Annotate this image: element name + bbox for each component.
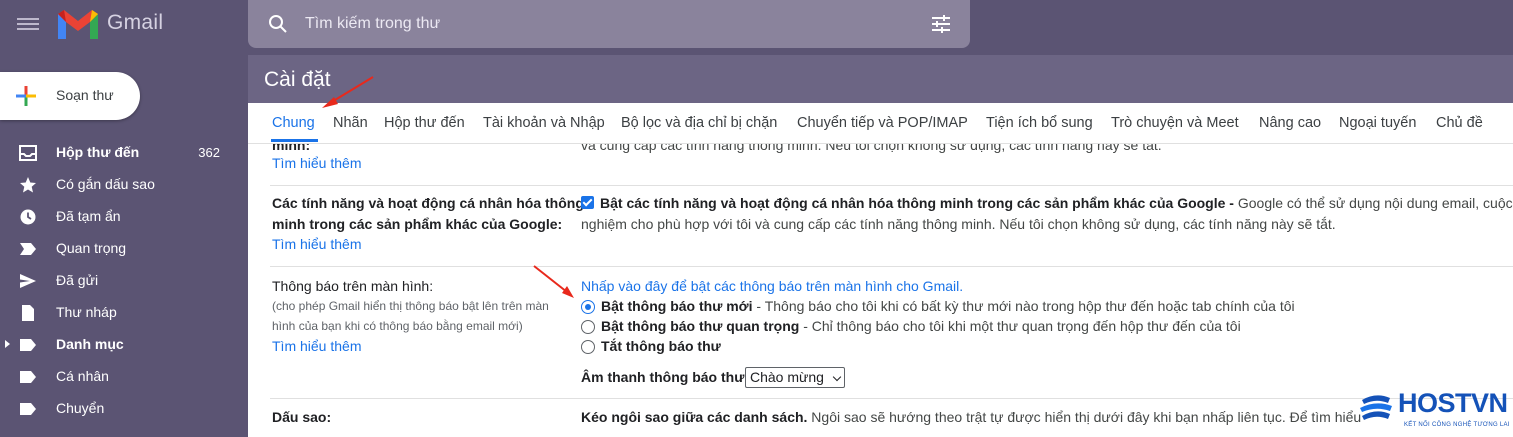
search-input[interactable]: Tìm kiếm trong thư bbox=[305, 15, 440, 33]
tab-labels[interactable]: Nhãn bbox=[333, 115, 368, 131]
notification-sound-label: Âm thanh thông báo thư: bbox=[581, 369, 749, 385]
notifications-note-line2: hình của bạn khi có thông báo bằng email… bbox=[272, 319, 523, 333]
sidebar-item-label: Quan trọng bbox=[56, 240, 127, 256]
settings-header: Cài đặt bbox=[248, 55, 1513, 103]
label-icon bbox=[20, 339, 36, 351]
sidebar-item-label: Đã tạm ẩn bbox=[56, 208, 121, 224]
settings-content: minh: và cung cấp các tính năng thông mi… bbox=[248, 144, 1513, 437]
tab-inbox[interactable]: Hộp thư đến bbox=[384, 115, 465, 131]
sidebar: Soạn thư Hộp thư đến 362 Có gắn dấu sao … bbox=[0, 55, 248, 437]
sidebar-item-label: Hộp thư đến bbox=[56, 144, 140, 160]
tab-addons[interactable]: Tiện ích bổ sung bbox=[986, 115, 1093, 131]
sidebar-item-sent[interactable]: Đã gửi bbox=[0, 265, 248, 297]
watermark-tagline: KẾT NỐI CÔNG NGHỆ TƯƠNG LAI bbox=[1404, 422, 1510, 428]
divider bbox=[270, 266, 1513, 267]
search-icon[interactable] bbox=[267, 13, 289, 35]
sidebar-item-snoozed[interactable]: Đã tạm ẩn bbox=[0, 201, 248, 233]
personalization-description-line2: nghiệm cho phù hợp với tôi và cung cấp c… bbox=[581, 216, 1336, 232]
watermark-name: HOSTVN bbox=[1398, 388, 1508, 418]
notifications-off-radio[interactable] bbox=[581, 340, 595, 354]
star-icon bbox=[20, 177, 36, 193]
inbox-icon bbox=[19, 145, 37, 161]
sidebar-item-label: Có gắn dấu sao bbox=[56, 176, 155, 192]
new-mail-notifications-radio[interactable] bbox=[581, 300, 595, 314]
tab-general[interactable]: Chung bbox=[272, 115, 315, 131]
sidebar-item-label: Thư nháp bbox=[56, 304, 117, 320]
search-options-icon[interactable] bbox=[930, 14, 952, 34]
notification-sound-select[interactable]: Chào mừng bbox=[745, 367, 845, 388]
personalization-label-line2: minh trong các sản phẩm khác của Google: bbox=[272, 216, 563, 232]
search-bar[interactable]: Tìm kiếm trong thư bbox=[248, 0, 970, 48]
learn-more-link[interactable]: Tìm hiểu thêm bbox=[272, 236, 361, 252]
tab-filters-blocked[interactable]: Bộ lọc và địa chỉ bị chặn bbox=[621, 115, 777, 131]
stars-label: Dấu sao: bbox=[272, 409, 332, 425]
important-mail-notifications-radio[interactable] bbox=[581, 320, 595, 334]
plus-icon bbox=[16, 86, 36, 106]
sidebar-item-label: Cá nhân bbox=[56, 368, 109, 384]
label-icon bbox=[20, 371, 36, 383]
personalization-checkbox[interactable] bbox=[581, 196, 594, 209]
chevron-down-icon bbox=[832, 372, 842, 382]
gmail-logo-icon[interactable] bbox=[56, 6, 100, 42]
tab-accounts-import[interactable]: Tài khoản và Nhập bbox=[483, 115, 605, 131]
tab-chat-meet[interactable]: Trò chuyện và Meet bbox=[1111, 115, 1239, 131]
sidebar-item-label: Danh mục bbox=[56, 336, 124, 352]
inbox-count: 362 bbox=[198, 145, 220, 160]
personalization-label-line1: Các tính năng và hoạt động cá nhân hóa t… bbox=[272, 195, 584, 211]
notifications-off-option: Tắt thông báo thư bbox=[601, 338, 721, 354]
enable-desktop-notifications-link[interactable]: Nhấp vào đây để bật các thông báo trên m… bbox=[581, 278, 963, 294]
notification-sound-value: Chào mừng bbox=[750, 369, 824, 385]
sidebar-item-drafts[interactable]: Thư nháp bbox=[0, 297, 248, 329]
sidebar-item-label: Đã gửi bbox=[56, 272, 99, 288]
sidebar-item-transfer[interactable]: Chuyển bbox=[0, 393, 248, 425]
main-menu-icon[interactable] bbox=[17, 15, 39, 33]
stars-description: Kéo ngôi sao giữa các danh sách. Ngôi sa… bbox=[581, 409, 1362, 425]
sidebar-item-inbox[interactable]: Hộp thư đến 362 bbox=[0, 137, 248, 169]
expand-caret-icon[interactable] bbox=[5, 340, 10, 348]
settings-tabs: Chung Nhãn Hộp thư đến Tài khoản và Nhập… bbox=[248, 103, 1513, 144]
divider bbox=[270, 398, 1513, 399]
tab-forwarding-pop-imap[interactable]: Chuyển tiếp và POP/IMAP bbox=[797, 115, 968, 131]
new-mail-notifications-option: Bật thông báo thư mới - Thông báo cho tô… bbox=[601, 298, 1295, 314]
sidebar-item-label: Chuyển bbox=[56, 400, 105, 416]
sidebar-item-important[interactable]: Quan trọng bbox=[0, 233, 248, 265]
draft-icon bbox=[22, 305, 34, 321]
learn-more-link[interactable]: Tìm hiểu thêm bbox=[272, 155, 361, 171]
compose-label: Soạn thư bbox=[56, 87, 114, 103]
send-icon bbox=[20, 274, 36, 288]
sidebar-item-starred[interactable]: Có gắn dấu sao bbox=[0, 169, 248, 201]
setting-description-partial: và cung cấp các tính năng thông minh. Nế… bbox=[581, 144, 1162, 153]
notifications-note-line1: (cho phép Gmail hiển thị thông báo bật l… bbox=[272, 299, 549, 313]
hostvn-watermark: HOSTVN KẾT NỐI CÔNG NGHỆ TƯƠNG LAI bbox=[1356, 386, 1513, 437]
top-bar: Gmail Tìm kiếm trong thư bbox=[0, 0, 1513, 55]
notifications-label: Thông báo trên màn hình: bbox=[272, 278, 434, 294]
app-name: Gmail bbox=[107, 11, 164, 34]
tab-advanced[interactable]: Nâng cao bbox=[1259, 115, 1321, 131]
sidebar-item-personal[interactable]: Cá nhân bbox=[0, 361, 248, 393]
label-icon bbox=[20, 403, 36, 415]
compose-button[interactable]: Soạn thư bbox=[0, 72, 140, 120]
sidebar-nav: Hộp thư đến 362 Có gắn dấu sao Đã tạm ẩn… bbox=[0, 137, 248, 425]
tab-themes[interactable]: Chủ đề bbox=[1436, 115, 1483, 131]
page-title: Cài đặt bbox=[264, 68, 331, 91]
personalization-description: Bật các tính năng và hoạt động cá nhân h… bbox=[600, 195, 1513, 211]
hostvn-logo-icon bbox=[1360, 395, 1392, 420]
important-icon bbox=[20, 243, 36, 255]
tab-offline[interactable]: Ngoại tuyến bbox=[1339, 115, 1416, 131]
sidebar-item-categories[interactable]: Danh mục bbox=[0, 329, 248, 361]
clock-icon bbox=[20, 209, 36, 225]
important-mail-notifications-option: Bật thông báo thư quan trọng - Chỉ thông… bbox=[601, 318, 1241, 334]
divider bbox=[270, 185, 1513, 186]
active-tab-indicator bbox=[271, 139, 318, 142]
learn-more-link[interactable]: Tìm hiểu thêm bbox=[272, 338, 361, 354]
